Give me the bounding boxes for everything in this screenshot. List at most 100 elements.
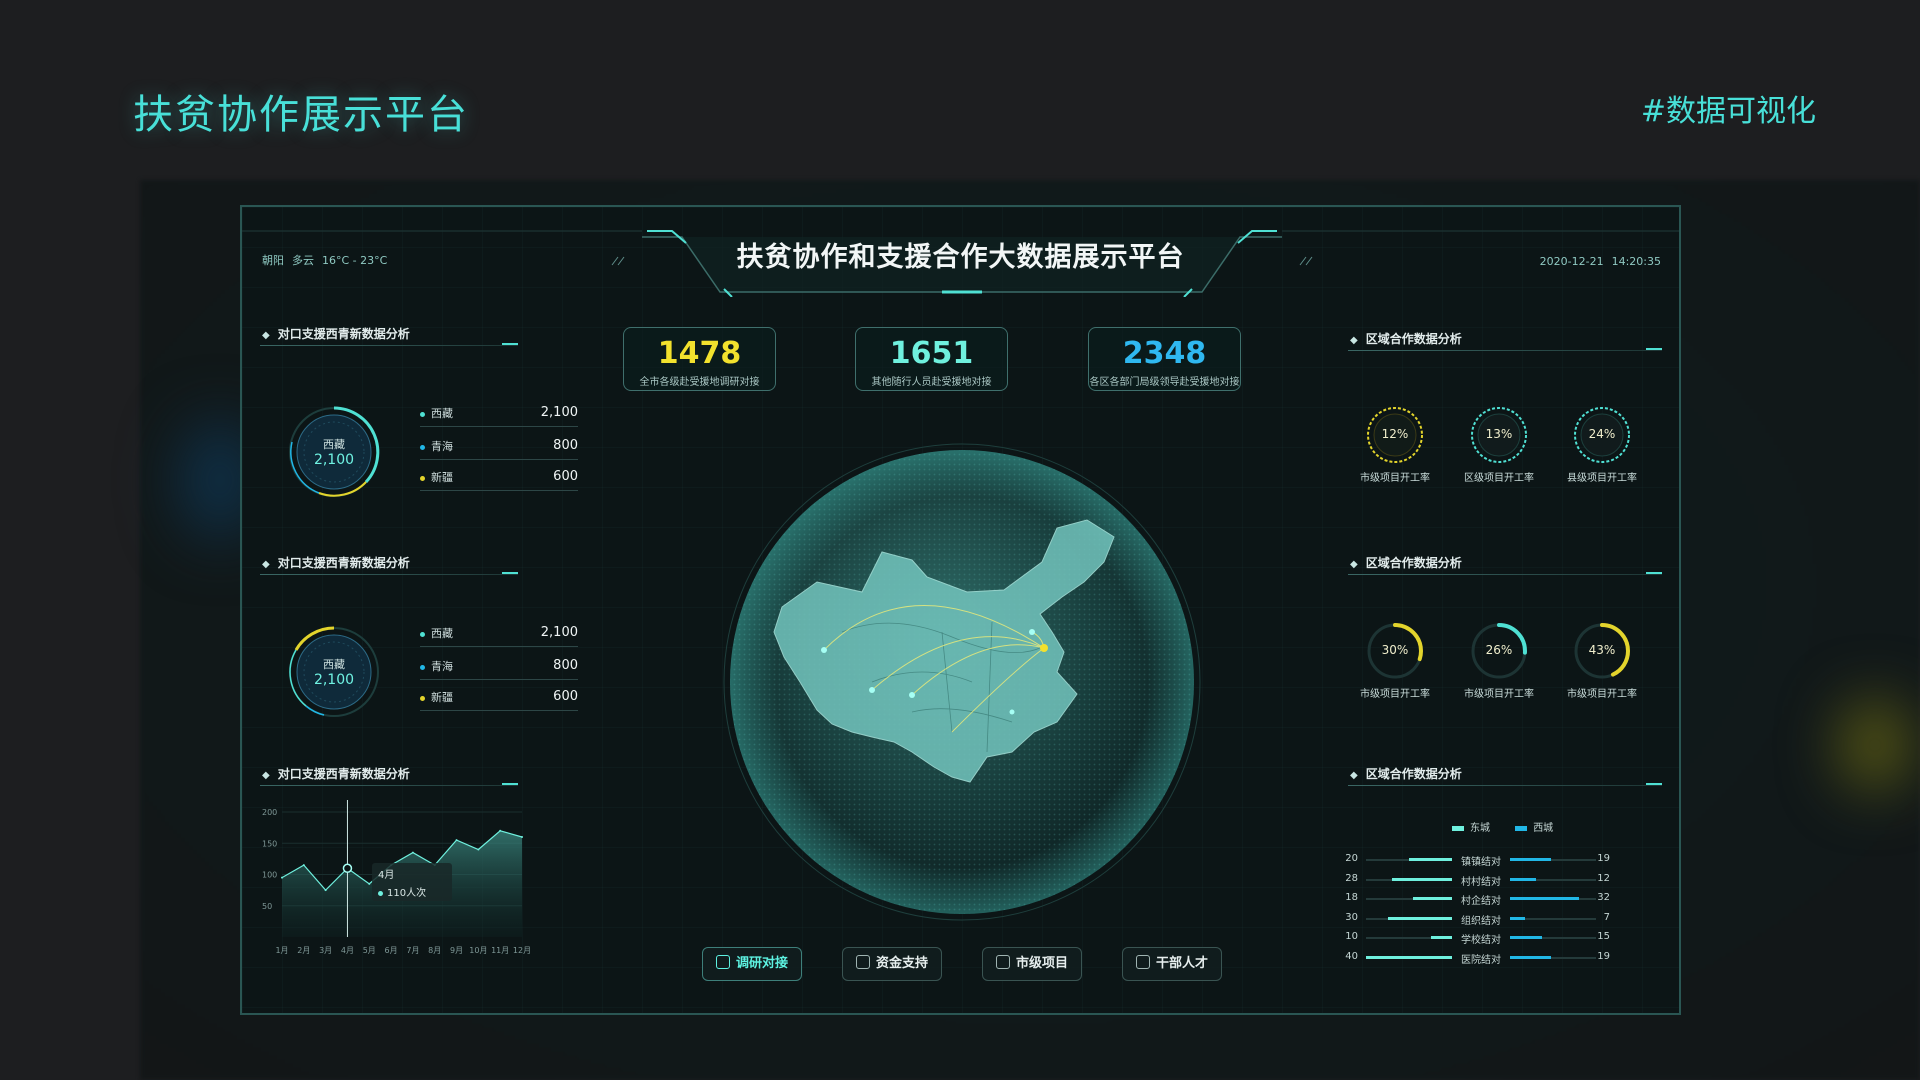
nav-funds-button[interactable]: 资金支持 [842,947,942,981]
stat-value: 1478 [657,336,742,371]
x-tick-label: 4月 [341,946,354,955]
left-bar [1391,877,1452,881]
legend-dot [420,695,425,701]
divider [260,343,518,346]
ring-percent: 13% [1485,427,1513,441]
data-point [302,864,305,867]
right-panel1-title: ◆ 区域合作数据分析 [1350,332,1462,346]
left-value: 40 [1345,950,1358,962]
data-point [368,882,371,885]
donut-center-label: 西藏 [323,658,345,671]
x-tick-label: 9月 [450,946,463,955]
stat-value: 1651 [889,336,974,371]
right-bar [1510,858,1551,861]
bar-row: 40 医院结对 19 [1344,950,1610,967]
ring-gauge: 13% 区级项目开工率 [1454,405,1544,505]
x-tick-label: 5月 [363,946,376,955]
x-tick-label: 6月 [385,946,398,955]
right-value: 7 [1603,911,1610,923]
data-point [477,848,480,851]
ring-caption: 县级项目开工率 [1567,473,1637,484]
stat-card: 1478 全市各级赴受援地调研对接 [623,327,776,391]
donut-chart-2: 西藏 2,100 [284,622,384,722]
ring-percent: 30% [1381,643,1409,657]
left-value: 18 [1345,892,1358,903]
right-bar [1510,955,1551,959]
legend-dot [420,664,425,670]
right-bar [1510,897,1579,900]
right-bar [1510,916,1526,920]
progress-ring: 43% 市级项目开工率 [1557,621,1647,721]
legend-swatch [1515,825,1528,831]
donut-chart-1: 西藏 2,100 [284,402,384,502]
nav-research-button[interactable]: 调研对接 [702,947,802,981]
left-bar [1413,897,1452,900]
stat-value: 2348 [1122,336,1207,371]
divider [1348,783,1662,786]
x-tick-label: 11月 [491,946,509,955]
divider [1348,572,1662,575]
x-tick-label: 1月 [275,946,288,955]
left-bar [1366,955,1452,959]
ring-caption: 市级项目开工率 [1567,689,1637,700]
left-value: 10 [1345,931,1358,942]
right-value: 19 [1597,950,1610,962]
right-track [1510,936,1596,939]
nav-project-button[interactable]: 市级项目 [982,947,1082,981]
hover-point [342,863,353,873]
right-track [1510,955,1596,959]
right-value: 12 [1597,872,1610,884]
legend-row: 青海 800 [420,658,578,680]
datetime: 2020-12-21 14:20:35 [1532,255,1661,268]
data-point [324,889,327,892]
x-tick-label: 7月 [406,946,419,955]
right-value: 32 [1597,892,1610,903]
row-label: 医院结对 [1461,954,1501,966]
ring-percent: 43% [1588,643,1616,657]
right-bar [1510,936,1543,939]
tooltip-dot [378,890,383,896]
row-label: 镇镇结对 [1461,857,1501,868]
left-panel1-title: ◆ 对口支援西青新数据分析 [262,327,410,341]
bar-row: 18 村企结对 32 [1344,892,1610,908]
stat-label: 全市各级赴受援地调研对接 [639,377,760,388]
left-track [1366,877,1452,881]
progress-ring: 26% 市级项目开工率 [1454,621,1544,721]
legend-row: 西藏 2,100 [420,625,578,647]
right-track [1510,897,1596,900]
bar-row: 20 镇镇结对 19 [1344,853,1610,869]
left-panel3-title: ◆ 对口支援西青新数据分析 [262,767,410,781]
date-text: 2020-12-21 [1539,255,1604,268]
y-tick-label: 150 [262,839,277,848]
left-bar [1430,936,1452,939]
globe-map[interactable] [712,432,1212,932]
legend-swatch [1452,825,1464,831]
legend-dot [420,411,425,417]
diamond-icon: ◆ [1350,559,1358,570]
data-point [521,836,523,838]
left-track [1366,858,1452,861]
page-title: 扶贫协作展示平台 [133,92,469,138]
donut-center-label: 西藏 [323,438,345,451]
bar-row: 30 组织结对 7 [1344,912,1610,928]
divider [1348,348,1662,351]
nav-talent-button[interactable]: 干部人才 [1122,947,1222,981]
talent-icon [1135,955,1150,969]
chart-tooltip: 4月 110人次 [372,863,452,901]
data-point [411,851,414,854]
left-track [1366,936,1452,939]
donut-center-value: 2,100 [313,672,355,688]
left-track [1366,897,1452,900]
ring-percent: 24% [1588,427,1616,441]
left-track [1366,916,1452,920]
ring-caption: 市级项目开工率 [1360,689,1430,700]
butterfly-bar-chart: 20 镇镇结对 19 28 村村结对 12 18 村企结对 32 30 组织结对 7 10 学校结对 15 4… [1344,853,1614,966]
left-value: 28 [1345,872,1358,884]
legend-dot [420,475,425,481]
row-label: 学校结对 [1461,935,1501,946]
legend-row: 西藏 2,100 [420,405,578,427]
y-tick-label: 200 [262,808,277,817]
stat-label: 其他随行人员赴受援地对接 [871,377,992,388]
y-tick-label: 50 [262,902,272,911]
diamond-icon: ◆ [262,330,270,341]
